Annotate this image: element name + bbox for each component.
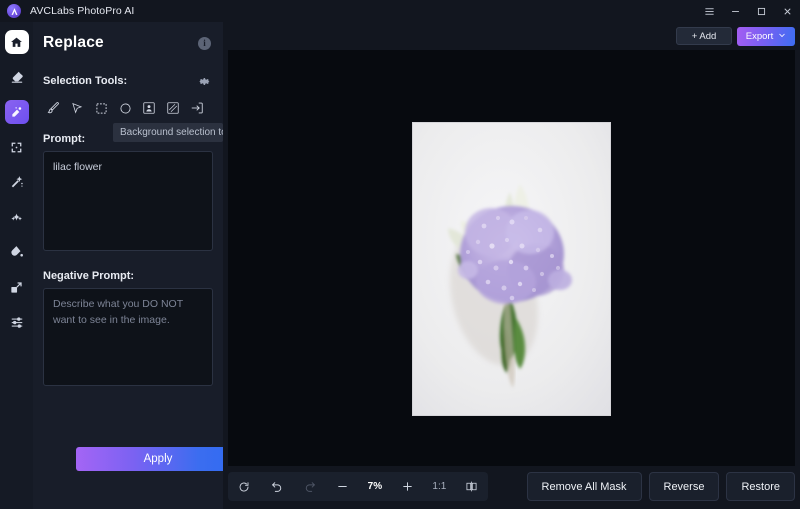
left-tool-rail <box>0 22 33 509</box>
selection-tools-row <box>33 94 223 119</box>
subject-selection-tool[interactable] <box>137 97 161 119</box>
zoom-in-button[interactable] <box>391 472 424 501</box>
selection-tools-header: Selection Tools: <box>33 68 223 94</box>
remove-all-mask-button[interactable]: Remove All Mask <box>526 472 642 501</box>
split-compare-icon[interactable] <box>455 472 488 501</box>
reset-circle-icon[interactable] <box>228 472 261 501</box>
title-bar: AVCLabs PhotoPro AI <box>0 0 800 22</box>
sidebar-item-retouch[interactable] <box>5 170 29 194</box>
mask-action-buttons: Remove All Mask Reverse Restore <box>526 472 795 501</box>
export-button[interactable]: Export <box>737 27 795 46</box>
negative-prompt-input[interactable] <box>43 288 213 386</box>
sidebar-item-replace[interactable] <box>4 100 29 124</box>
selection-tools-label: Selection Tools: <box>43 75 128 87</box>
add-button[interactable]: + Add <box>676 27 732 45</box>
reverse-button[interactable]: Reverse <box>648 472 720 501</box>
info-icon[interactable]: i <box>198 36 211 50</box>
sidebar-item-home[interactable] <box>4 30 29 54</box>
sidebar-item-eraser[interactable] <box>5 65 29 89</box>
sidebar-item-upscale[interactable] <box>5 275 29 299</box>
redo-arrow-icon[interactable] <box>294 472 327 501</box>
flower-photo-graphic <box>412 122 611 416</box>
zoom-controls: 7% 1:1 <box>228 472 488 501</box>
eraser-icon <box>10 70 24 84</box>
main-area: + Add Export 7% 1:1 Remove All Mask Reve… <box>223 22 800 509</box>
photo-preview[interactable] <box>412 122 611 416</box>
zoom-out-button[interactable] <box>326 472 359 501</box>
hamburger-menu-icon[interactable] <box>696 0 722 22</box>
sidebar-item-enhance[interactable] <box>5 205 29 229</box>
chevron-down-icon <box>778 31 786 42</box>
lasso-tool[interactable] <box>65 97 89 119</box>
sidebar-item-adjust[interactable] <box>5 310 29 334</box>
rectangle-select-tool[interactable] <box>89 97 113 119</box>
expand-arrows-icon <box>10 141 23 154</box>
minimize-icon[interactable] <box>722 0 748 22</box>
apply-button[interactable]: Apply <box>76 447 240 471</box>
replace-magic-icon <box>10 105 24 119</box>
window-controls <box>696 0 800 22</box>
tooltip: Background selection tool <box>113 123 223 142</box>
actual-size-button[interactable]: 1:1 <box>424 481 456 492</box>
panel-header: Replace i <box>33 22 223 64</box>
image-canvas[interactable] <box>228 50 795 488</box>
undo-arrow-icon[interactable] <box>261 472 294 501</box>
sidebar-item-expand[interactable] <box>5 135 29 159</box>
ellipse-select-tool[interactable] <box>113 97 137 119</box>
resize-corner-icon <box>10 281 23 294</box>
app-window: AVCLabs PhotoPro AI Replace i Selection … <box>0 0 800 509</box>
replace-panel: Replace i Selection Tools: Prompt: lilac… <box>33 22 240 509</box>
sliders-icon <box>10 315 24 329</box>
sparkle-icon <box>10 211 23 224</box>
gear-icon[interactable] <box>198 75 211 88</box>
maximize-icon[interactable] <box>748 0 774 22</box>
main-toolbar: + Add Export <box>223 22 800 50</box>
magic-wand-icon <box>10 175 24 189</box>
import-selection-tool[interactable] <box>185 97 209 119</box>
restore-button[interactable]: Restore <box>726 472 795 501</box>
brush-tool[interactable] <box>41 97 65 119</box>
export-label: Export <box>745 31 774 42</box>
close-icon[interactable] <box>774 0 800 22</box>
app-title: AVCLabs PhotoPro AI <box>30 5 135 17</box>
zoom-level-label: 7% <box>367 481 383 492</box>
avclabs-logo-icon <box>7 4 21 18</box>
prompt-input[interactable] <box>43 151 213 251</box>
home-icon <box>10 36 23 49</box>
negative-prompt-label: Negative Prompt: <box>43 270 135 282</box>
background-selection-tool[interactable] <box>161 97 185 119</box>
paint-drop-icon <box>10 245 24 259</box>
page-title: Replace <box>43 34 104 51</box>
bottom-toolbar: 7% 1:1 Remove All Mask Reverse Restore <box>223 466 800 509</box>
sidebar-item-colorize[interactable] <box>5 240 29 264</box>
